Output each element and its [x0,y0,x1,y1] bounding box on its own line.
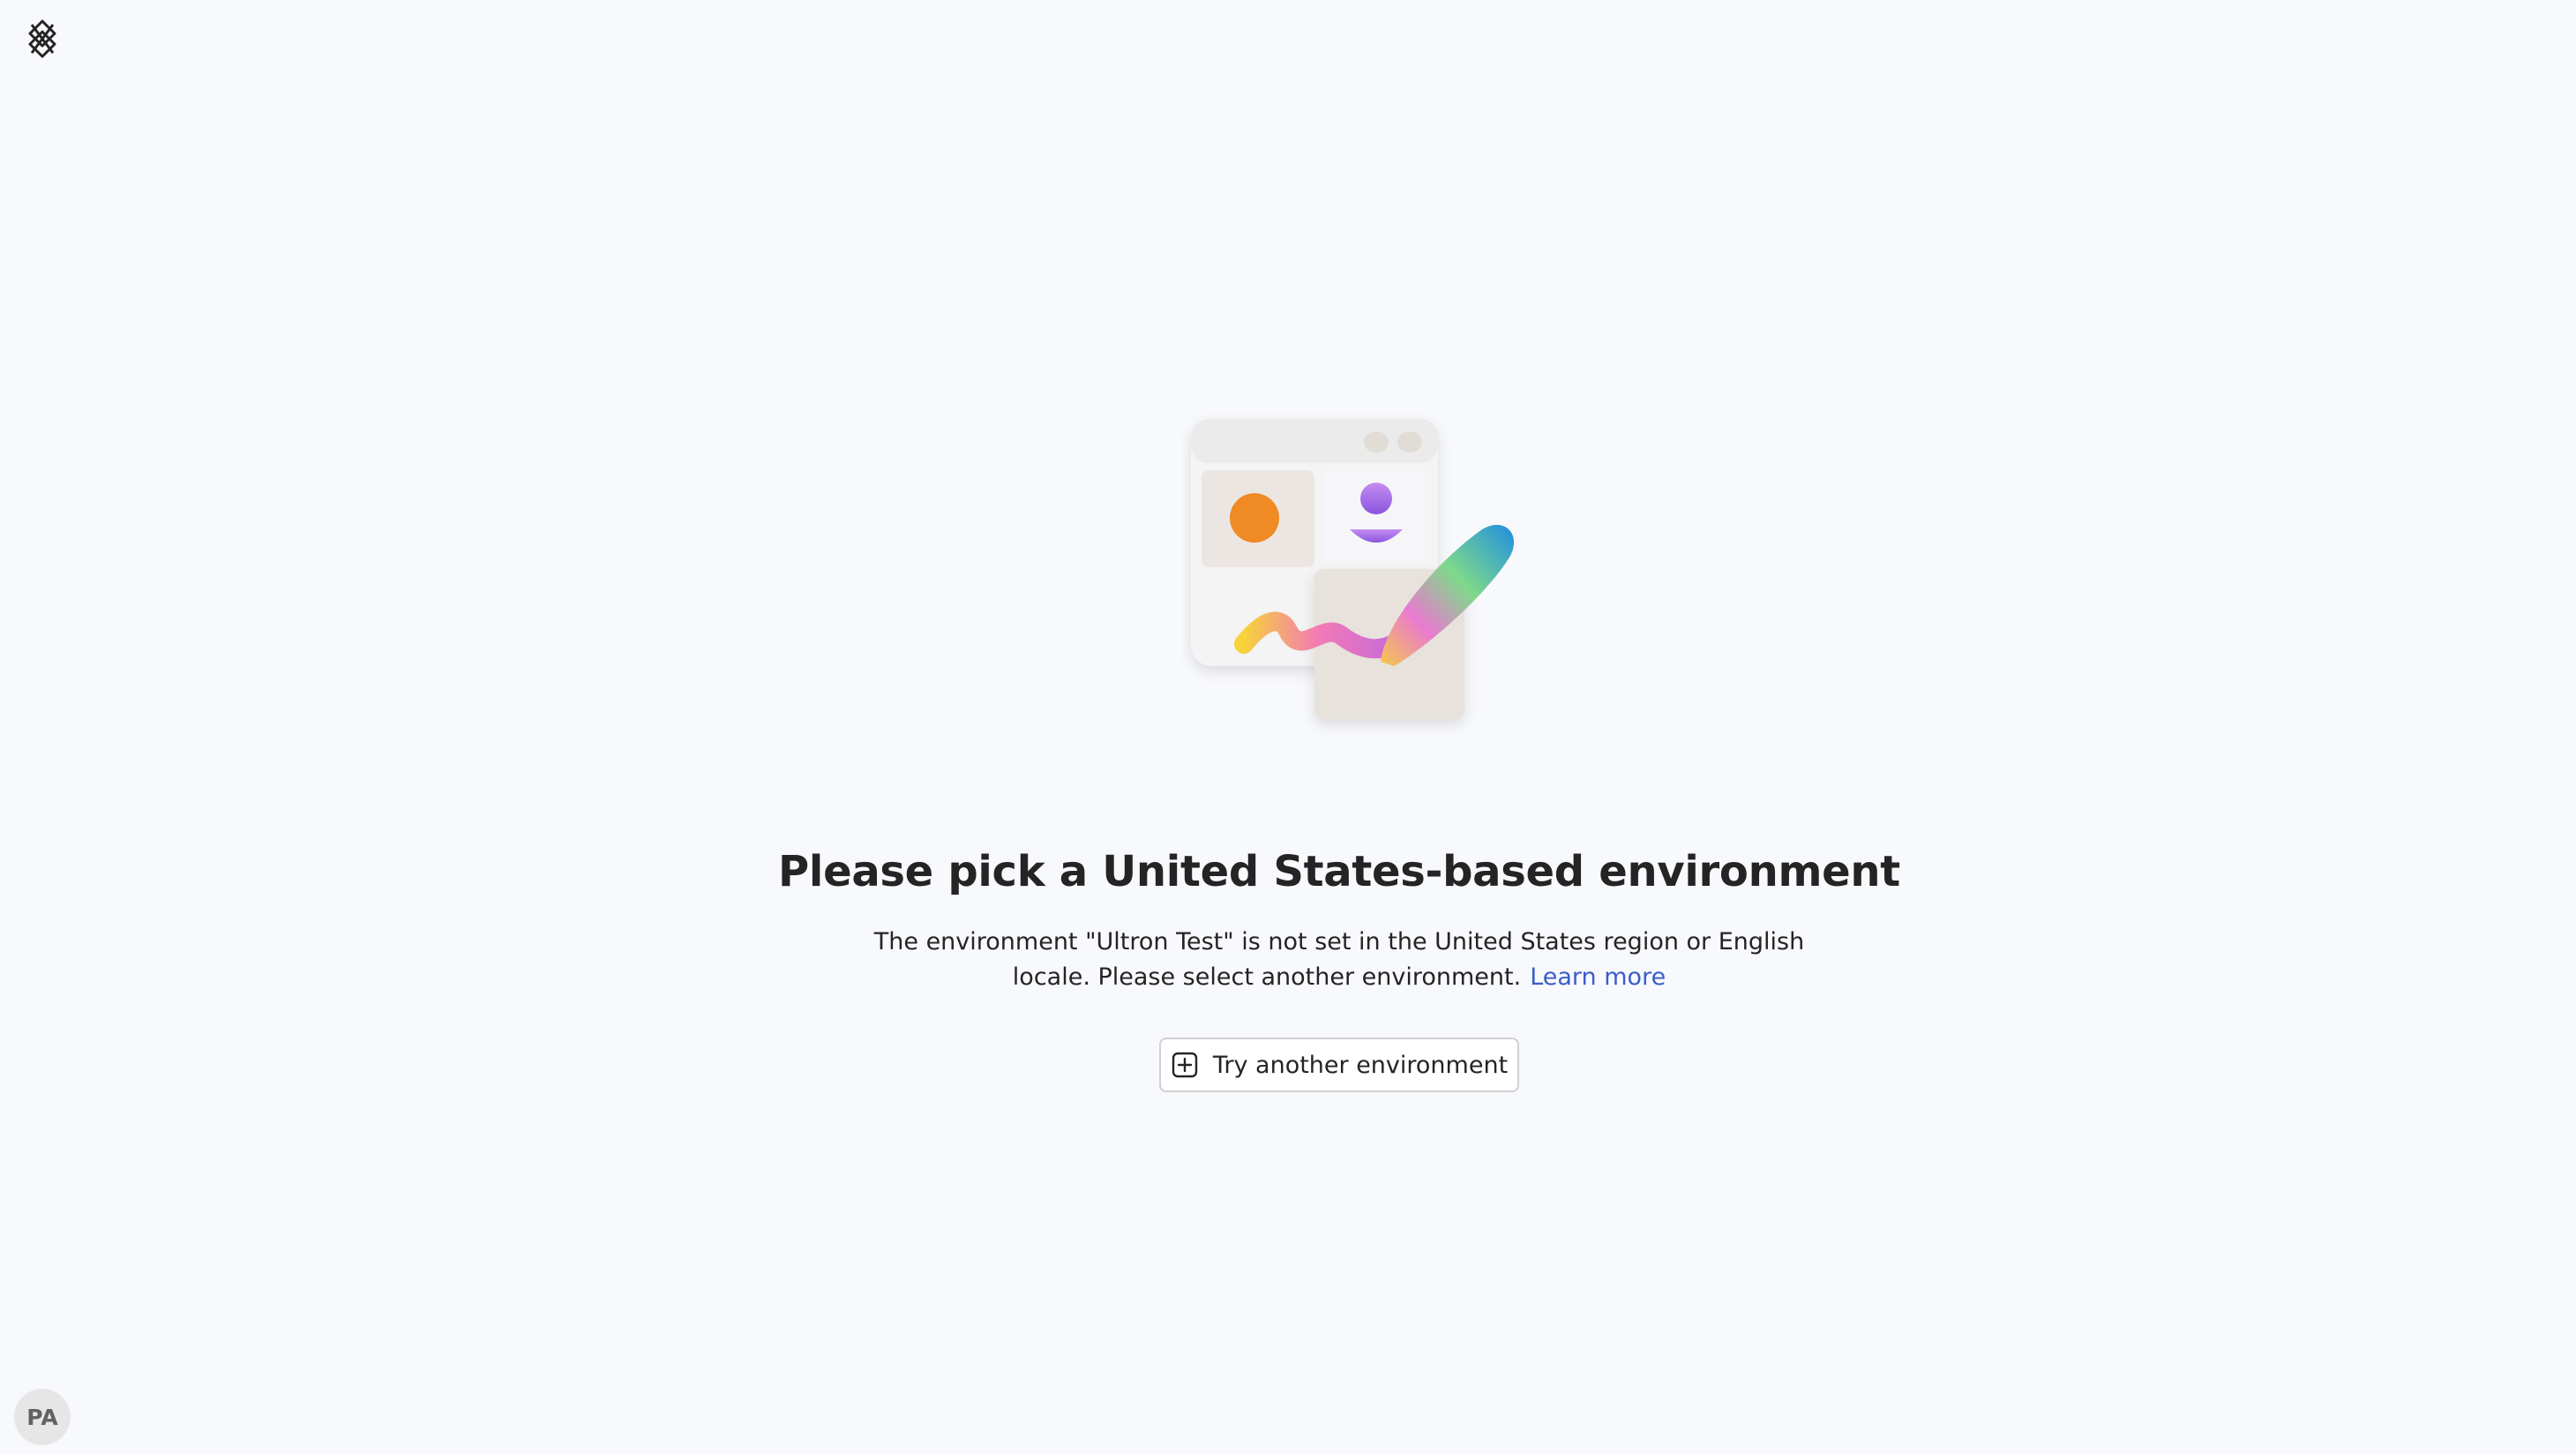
environment-illustration [1182,410,1526,737]
learn-more-link[interactable]: Learn more [1530,963,1666,991]
app-root: Please pick a United States-based enviro… [0,0,2576,1454]
try-another-environment-label: Try another environment [1212,1051,1509,1079]
add-square-icon [1171,1051,1199,1079]
try-another-environment-button[interactable]: Try another environment [1159,1038,1519,1092]
user-initials: PA [26,1404,58,1430]
user-avatar[interactable]: PA [14,1389,71,1445]
page-title: Please pick a United States-based enviro… [778,847,1900,896]
environment-message: The environment "Ultron Test" is not set… [835,925,1844,995]
app-logo-icon[interactable] [19,16,65,62]
